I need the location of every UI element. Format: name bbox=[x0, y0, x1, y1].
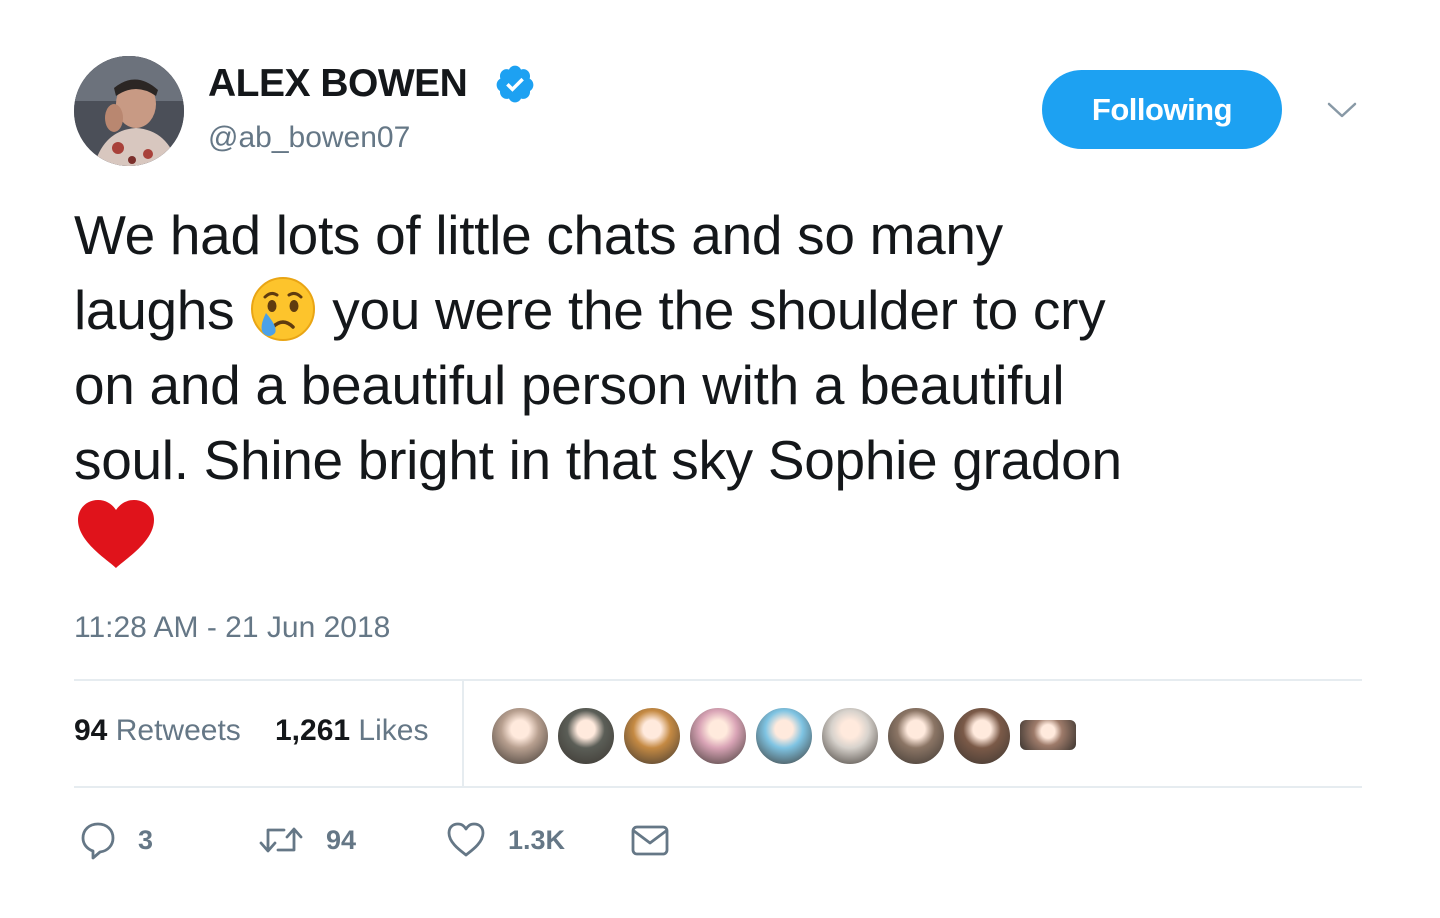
reply-button[interactable]: 3 bbox=[80, 818, 153, 862]
author-avatar[interactable] bbox=[74, 56, 184, 166]
retweet-count: 94 bbox=[326, 824, 357, 855]
liker-avatar-3[interactable] bbox=[622, 706, 682, 766]
direct-message-icon bbox=[631, 825, 669, 856]
verified-badge-icon bbox=[496, 65, 534, 103]
tweet-text: We had lots of little chats and so many … bbox=[74, 198, 1334, 579]
like-count: 1.3K bbox=[508, 824, 566, 855]
retweets-label: Retweets bbox=[115, 714, 241, 747]
like-button[interactable]: 1.3K bbox=[446, 818, 565, 862]
reply-icon bbox=[81, 822, 115, 860]
reply-count: 3 bbox=[138, 824, 154, 855]
red-heart-emoji-icon bbox=[78, 500, 154, 568]
retweets-stat[interactable]: 94 Retweets bbox=[74, 714, 241, 748]
divider bbox=[74, 679, 1362, 681]
tweet-text-fragment: you were the the shoulder to cry bbox=[332, 279, 1106, 341]
tweet-text-line: We had lots of little chats and so many bbox=[74, 204, 1003, 266]
author-display-name[interactable]: ALEX BOWEN bbox=[208, 62, 468, 106]
like-icon bbox=[447, 822, 485, 857]
tweet-text-line bbox=[74, 498, 1334, 579]
liker-avatar-9[interactable] bbox=[1018, 718, 1078, 752]
liker-avatar-7[interactable] bbox=[886, 706, 946, 766]
likes-count: 1,261 bbox=[275, 714, 351, 747]
retweets-count: 94 bbox=[74, 714, 108, 747]
likes-label: Likes bbox=[358, 714, 429, 747]
chevron-down-icon[interactable] bbox=[1326, 98, 1358, 122]
retweet-icon bbox=[259, 827, 303, 853]
liker-avatar-4[interactable] bbox=[688, 706, 748, 766]
direct-message-button[interactable] bbox=[630, 818, 670, 862]
tweet-timestamp[interactable]: 11:28 AM - 21 Jun 2018 bbox=[74, 611, 390, 645]
author-handle[interactable]: @ab_bowen07 bbox=[208, 121, 410, 155]
crying-face-emoji-icon bbox=[251, 277, 316, 341]
following-button[interactable]: Following bbox=[1042, 70, 1282, 149]
tweet-text-line: laughs you were the the shoulder to cry bbox=[74, 273, 1334, 348]
divider bbox=[74, 786, 1362, 788]
profile-photo-icon bbox=[74, 56, 184, 166]
tweet-text-line: soul. Shine bright in that sky Sophie gr… bbox=[74, 429, 1122, 491]
liker-avatar-1[interactable] bbox=[490, 706, 550, 766]
retweet-button[interactable]: 94 bbox=[258, 818, 356, 862]
tweet-text-line: on and a beautiful person with a beautif… bbox=[74, 354, 1065, 416]
stats-separator bbox=[462, 681, 464, 786]
liker-avatar-2[interactable] bbox=[556, 706, 616, 766]
liker-avatar-6[interactable] bbox=[820, 706, 880, 766]
tweet-text-fragment: laughs bbox=[74, 279, 235, 341]
tweet-card: ALEX BOWEN @ab_bowen07 Following We had … bbox=[0, 0, 1440, 918]
liker-avatar-8[interactable] bbox=[952, 706, 1012, 766]
liker-avatar-5[interactable] bbox=[754, 706, 814, 766]
likes-stat[interactable]: 1,261 Likes bbox=[275, 714, 428, 748]
